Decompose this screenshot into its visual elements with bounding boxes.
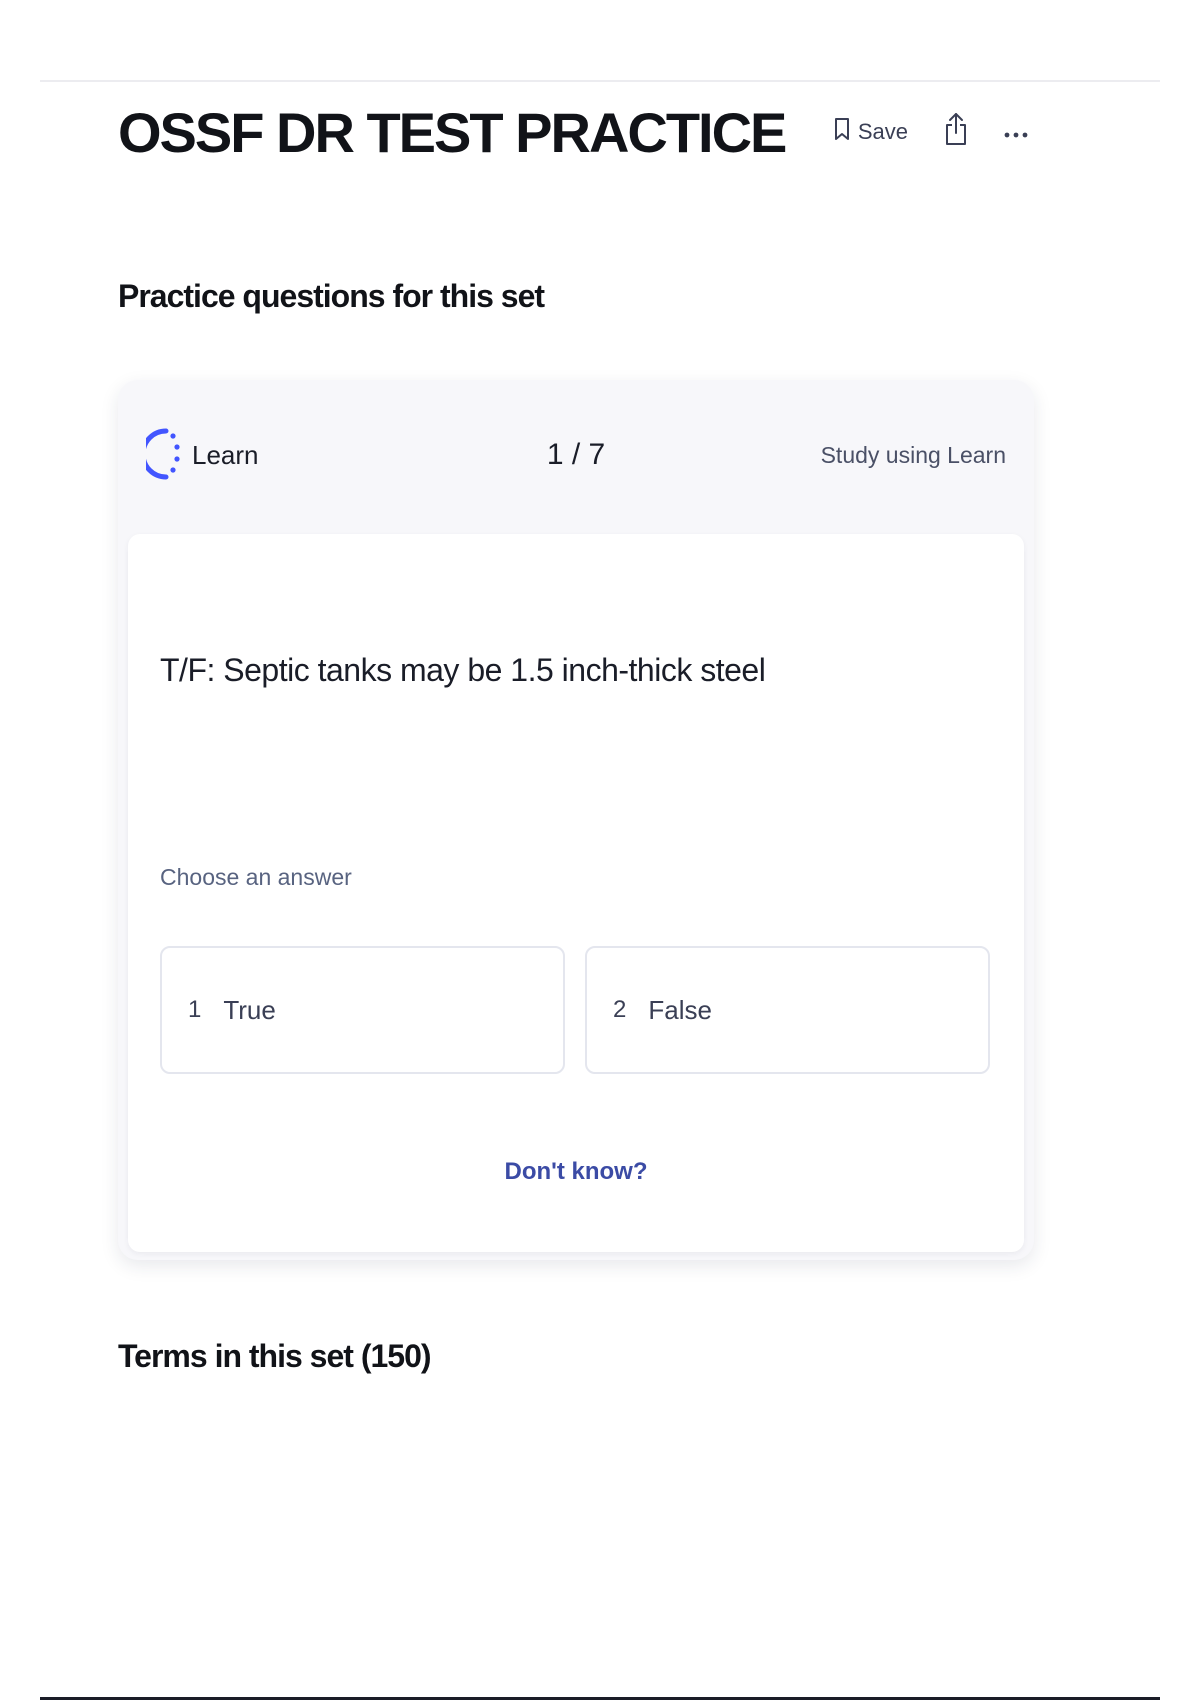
share-icon	[944, 111, 968, 153]
option-label: False	[648, 994, 712, 1025]
more-button[interactable]	[1004, 119, 1028, 145]
more-icon	[1004, 119, 1028, 145]
answer-option-false[interactable]: 2 False	[585, 946, 990, 1074]
learn-brand: Learn	[140, 423, 406, 488]
top-divider	[40, 80, 1160, 82]
question-text: T/F: Septic tanks may be 1.5 inch-thick …	[160, 652, 766, 688]
dont-know-row: Don't know?	[128, 1157, 1024, 1187]
header-actions: Save	[834, 111, 1028, 153]
save-button[interactable]: Save	[834, 117, 908, 147]
learn-label: Learn	[192, 439, 259, 470]
practice-card: Learn 1 / 7 Study using Learn T/F: Septi…	[118, 380, 1034, 1260]
terms-heading: Terms in this set (150)	[118, 1338, 432, 1374]
study-using-learn-link[interactable]: Study using Learn	[746, 442, 1006, 469]
practice-heading: Practice questions for this set	[118, 278, 545, 314]
share-button[interactable]	[944, 111, 968, 153]
practice-card-header: Learn 1 / 7 Study using Learn	[140, 420, 1006, 490]
answer-option-true[interactable]: 1 True	[160, 946, 565, 1074]
answer-options: 1 True 2 False	[160, 946, 990, 1074]
question-progress: 1 / 7	[546, 438, 606, 471]
bookmark-icon	[834, 117, 850, 147]
option-number: 2	[613, 996, 627, 1023]
set-header: OSSF DR TEST PRACTICE Save	[118, 92, 1028, 172]
option-label: True	[223, 994, 276, 1025]
choose-answer-label: Choose an answer	[160, 864, 352, 890]
page: OSSF DR TEST PRACTICE Save Practice ques…	[0, 0, 1200, 1700]
learn-icon	[140, 423, 180, 488]
dont-know-button[interactable]: Don't know?	[498, 1157, 653, 1187]
option-number: 1	[188, 996, 202, 1023]
question-card: T/F: Septic tanks may be 1.5 inch-thick …	[128, 534, 1024, 1252]
page-title: OSSF DR TEST PRACTICE	[118, 100, 787, 164]
save-label: Save	[857, 119, 908, 144]
